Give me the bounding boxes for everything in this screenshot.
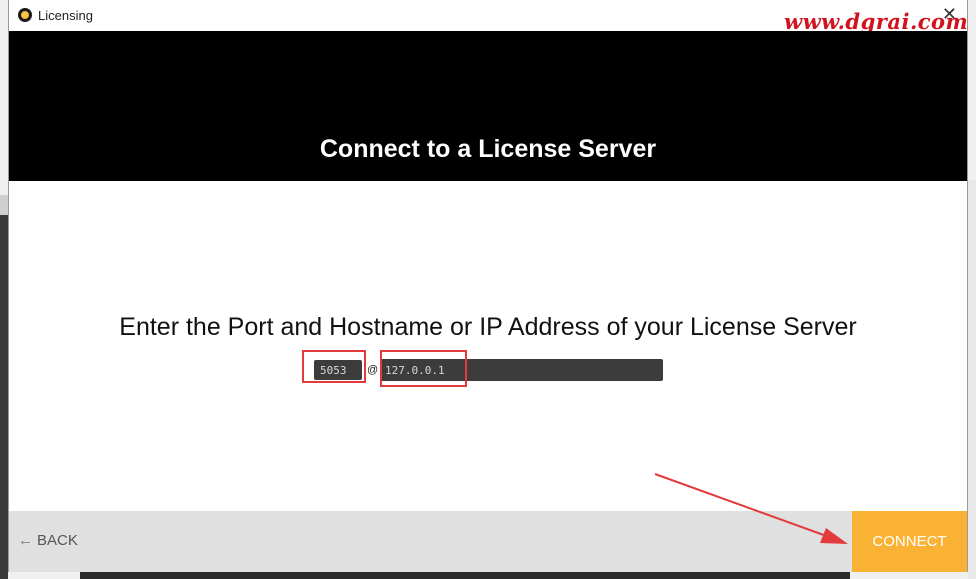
app-logo-icon [18,8,32,22]
connect-button[interactable]: CONNECT [852,511,967,572]
hostname-input[interactable] [381,359,663,381]
licensing-window: Licensing www.dgrai.com ✕ Connect to a L… [8,0,968,572]
background-desktop-fragment [0,215,8,579]
title-bar: Licensing www.dgrai.com ✕ [9,0,968,34]
background-desktop-fragment [968,180,976,579]
arrow-left-icon: ← [18,532,33,549]
window-title: Licensing [38,8,93,23]
at-separator: @ [367,364,379,376]
background-desktop-fragment [80,572,850,579]
background-desktop-fragment [0,195,8,215]
back-button[interactable]: ← BACK [18,532,78,549]
header-banner: Connect to a License Server [9,31,967,181]
back-button-label: BACK [37,532,78,549]
instruction-text: Enter the Port and Hostname or IP Addres… [119,313,857,341]
port-input[interactable] [314,360,362,380]
page-title: Connect to a License Server [319,135,657,163]
close-icon[interactable]: ✕ [942,2,957,26]
footer-bar: ← BACK CONNECT [9,511,967,572]
